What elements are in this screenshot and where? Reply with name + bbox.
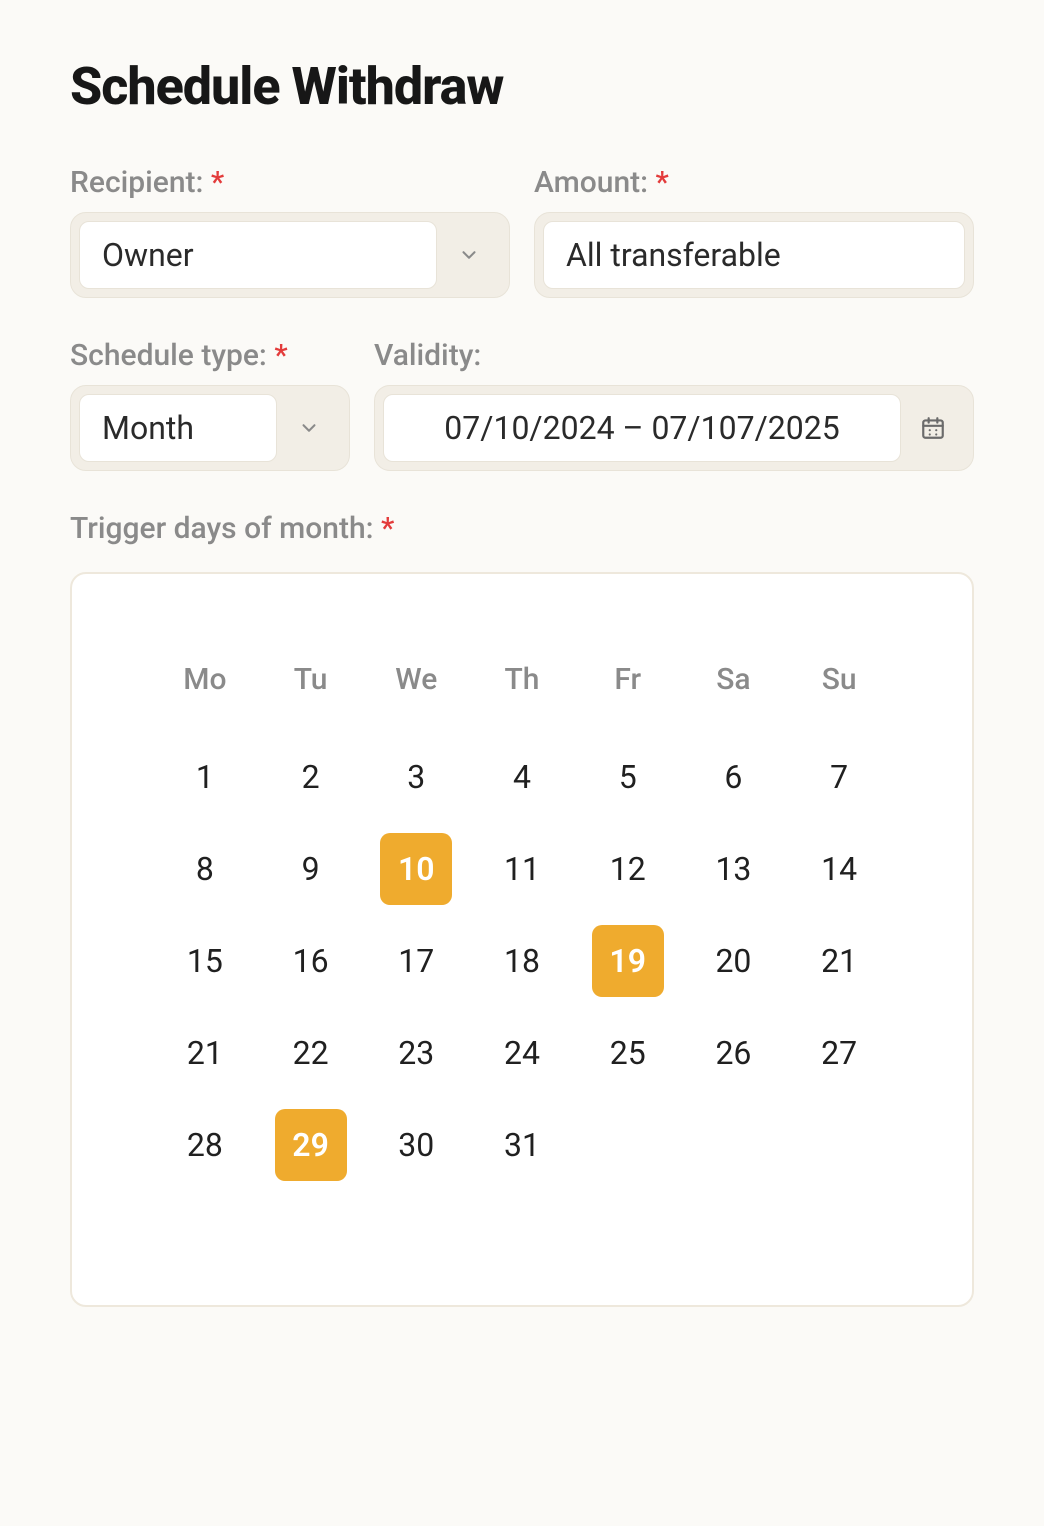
calendar-day[interactable]: 17 bbox=[380, 925, 452, 997]
calendar-day[interactable]: 1 bbox=[169, 741, 241, 813]
label-amount-text: Amount: bbox=[534, 165, 648, 200]
calendar-weekday: Sa bbox=[681, 654, 787, 725]
calendar-weekday: Su bbox=[786, 654, 892, 725]
required-mark: * bbox=[211, 165, 224, 200]
calendar-day[interactable]: 14 bbox=[803, 833, 875, 905]
label-schedule-type-text: Schedule type: bbox=[70, 338, 267, 373]
calendar-day[interactable]: 29 bbox=[275, 1109, 347, 1181]
field-recipient: Recipient: * Owner bbox=[70, 165, 510, 298]
calendar-day[interactable]: 13 bbox=[697, 833, 769, 905]
field-schedule-type: Schedule type: * Month bbox=[70, 338, 350, 471]
calendar-weekday: Mo bbox=[152, 654, 258, 725]
schedule-type-select[interactable]: Month bbox=[70, 385, 350, 471]
label-recipient: Recipient: * bbox=[70, 165, 510, 200]
label-amount: Amount: * bbox=[534, 165, 974, 200]
calendar-grid: MoTuWeThFrSaSu12345678910111213141516171… bbox=[152, 654, 892, 1185]
field-amount: Amount: * All transferable bbox=[534, 165, 974, 298]
calendar-day[interactable]: 21 bbox=[169, 1017, 241, 1089]
label-trigger-days-text: Trigger days of month: bbox=[70, 511, 374, 546]
calendar-empty bbox=[592, 1109, 664, 1181]
validity-value[interactable]: 07/10/2024 – 07/107/2025 bbox=[383, 394, 901, 462]
amount-value[interactable]: All transferable bbox=[543, 221, 965, 289]
calendar-weekday: Tu bbox=[258, 654, 364, 725]
recipient-select[interactable]: Owner bbox=[70, 212, 510, 298]
calendar-day[interactable]: 24 bbox=[486, 1017, 558, 1089]
recipient-dropdown-button[interactable] bbox=[437, 221, 501, 289]
validity-calendar-button[interactable] bbox=[901, 394, 965, 462]
validity-input-wrap[interactable]: 07/10/2024 – 07/107/2025 bbox=[374, 385, 974, 471]
calendar-empty bbox=[803, 1109, 875, 1181]
calendar-weekday: We bbox=[363, 654, 469, 725]
schedule-type-dropdown-button[interactable] bbox=[277, 394, 341, 462]
required-mark: * bbox=[274, 338, 287, 373]
calendar-day[interactable]: 8 bbox=[169, 833, 241, 905]
field-validity: Validity: 07/10/2024 – 07/107/2025 bbox=[374, 338, 974, 471]
calendar-day[interactable]: 2 bbox=[275, 741, 347, 813]
calendar-day[interactable]: 12 bbox=[592, 833, 664, 905]
label-recipient-text: Recipient: bbox=[70, 165, 203, 200]
calendar-day[interactable]: 28 bbox=[169, 1109, 241, 1181]
label-schedule-type: Schedule type: * bbox=[70, 338, 350, 373]
calendar-day[interactable]: 4 bbox=[486, 741, 558, 813]
calendar-day[interactable]: 16 bbox=[275, 925, 347, 997]
calendar-day[interactable]: 5 bbox=[592, 741, 664, 813]
calendar-day[interactable]: 7 bbox=[803, 741, 875, 813]
calendar-day[interactable]: 10 bbox=[380, 833, 452, 905]
calendar-day[interactable]: 23 bbox=[380, 1017, 452, 1089]
calendar-icon bbox=[920, 415, 946, 441]
required-mark: * bbox=[381, 511, 394, 546]
label-validity-text: Validity: bbox=[374, 338, 481, 373]
chevron-down-icon bbox=[458, 244, 480, 266]
trigger-days-calendar: MoTuWeThFrSaSu12345678910111213141516171… bbox=[70, 572, 974, 1307]
calendar-weekday: Th bbox=[469, 654, 575, 725]
row-schedule-validity: Schedule type: * Month Validity: 07/10/2… bbox=[70, 338, 974, 471]
schedule-withdraw-card: Schedule Withdraw Recipient: * Owner Amo… bbox=[0, 0, 1044, 1526]
calendar-day[interactable]: 3 bbox=[380, 741, 452, 813]
calendar-day[interactable]: 19 bbox=[592, 925, 664, 997]
calendar-weekday: Fr bbox=[575, 654, 681, 725]
calendar-day[interactable]: 15 bbox=[169, 925, 241, 997]
calendar-day[interactable]: 18 bbox=[486, 925, 558, 997]
calendar-day[interactable]: 21 bbox=[803, 925, 875, 997]
calendar-day[interactable]: 11 bbox=[486, 833, 558, 905]
calendar-day[interactable]: 22 bbox=[275, 1017, 347, 1089]
row-recipient-amount: Recipient: * Owner Amount: * All transfe… bbox=[70, 165, 974, 298]
calendar-day[interactable]: 25 bbox=[592, 1017, 664, 1089]
calendar-day[interactable]: 26 bbox=[697, 1017, 769, 1089]
calendar-day[interactable]: 30 bbox=[380, 1109, 452, 1181]
label-trigger-days: Trigger days of month: * bbox=[70, 511, 974, 546]
recipient-value: Owner bbox=[79, 221, 437, 289]
chevron-down-icon bbox=[298, 417, 320, 439]
schedule-type-value: Month bbox=[79, 394, 277, 462]
calendar-day[interactable]: 27 bbox=[803, 1017, 875, 1089]
calendar-day[interactable]: 6 bbox=[697, 741, 769, 813]
amount-input-wrap[interactable]: All transferable bbox=[534, 212, 974, 298]
calendar-empty bbox=[697, 1109, 769, 1181]
required-mark: * bbox=[656, 165, 669, 200]
calendar-day[interactable]: 31 bbox=[486, 1109, 558, 1181]
calendar-day[interactable]: 9 bbox=[275, 833, 347, 905]
page-title: Schedule Withdraw bbox=[70, 56, 974, 117]
field-trigger-days: Trigger days of month: * bbox=[70, 511, 974, 558]
label-validity: Validity: bbox=[374, 338, 974, 373]
calendar-day[interactable]: 20 bbox=[697, 925, 769, 997]
